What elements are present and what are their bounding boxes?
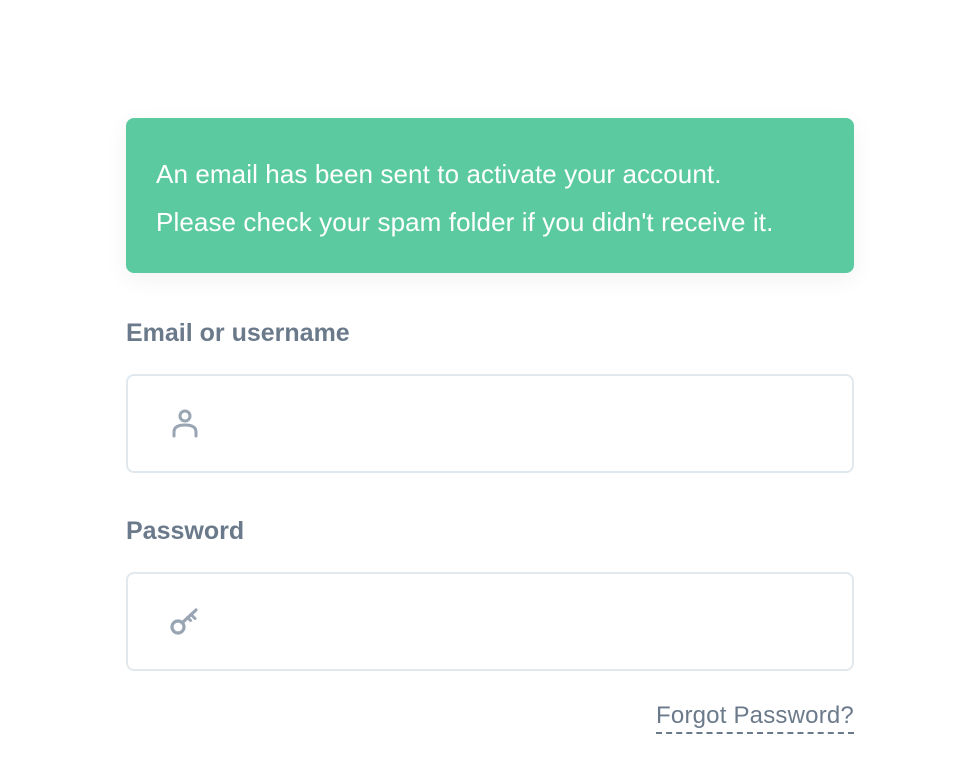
login-page: An email has been sent to activate your … [0,0,958,784]
alert-line-2: Please check your spam folder if you did… [156,207,774,237]
user-icon [168,407,202,441]
key-icon [168,605,202,639]
password-input-wrapper[interactable] [126,572,854,671]
login-form: An email has been sent to activate your … [126,118,854,734]
alert-line-1: An email has been sent to activate your … [156,159,722,189]
email-label: Email or username [126,319,350,347]
forgot-password-link[interactable]: Forgot Password? [656,701,854,734]
success-alert: An email has been sent to activate your … [126,118,854,273]
email-input-wrapper[interactable] [126,374,854,473]
password-label: Password [126,517,245,545]
email-input[interactable] [218,376,842,473]
password-input[interactable] [218,574,842,671]
forgot-password-row: Forgot Password? [126,671,854,734]
